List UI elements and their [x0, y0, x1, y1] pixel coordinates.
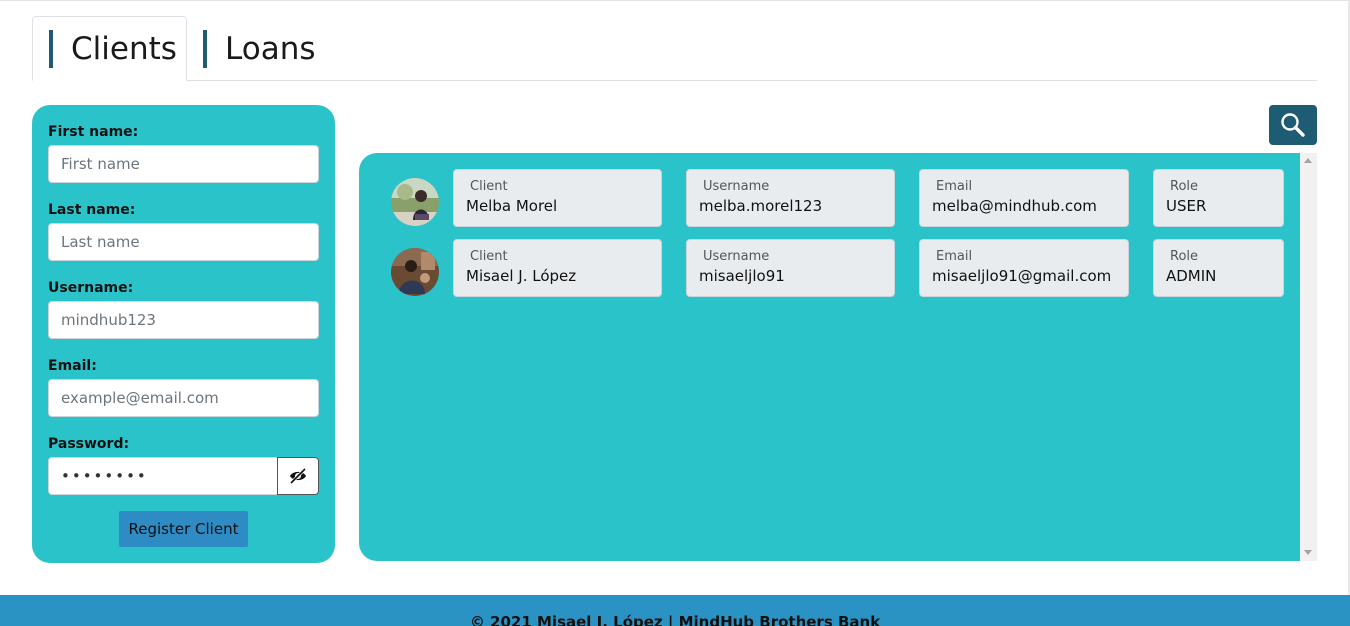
last-name-input[interactable] [48, 223, 319, 261]
register-client-form: First name: Last name: Username: Email: … [32, 105, 335, 563]
last-name-label: Last name: [48, 202, 136, 218]
username-caption: Username [703, 249, 770, 264]
search-button[interactable] [1269, 105, 1317, 145]
tab-loans-label: Loans [225, 30, 316, 67]
tab-accent-bar [203, 29, 207, 68]
clients-scrollbar[interactable] [1300, 153, 1317, 561]
tab-clients-label: Clients [71, 30, 177, 67]
email-caption: Email [936, 179, 973, 194]
client-name-field: Client Melba Morel [453, 169, 662, 227]
client-email: melba@mindhub.com [932, 197, 1097, 215]
tab-loans[interactable]: Loans [203, 16, 316, 81]
first-name-input[interactable] [48, 145, 319, 183]
client-name-field: Client Misael J. López [453, 239, 662, 297]
username-label: Username: [48, 280, 134, 296]
client-role: USER [1166, 197, 1207, 215]
client-username: misaeljlo91 [699, 267, 785, 285]
scroll-down-icon[interactable] [1304, 550, 1312, 555]
role-caption: Role [1170, 179, 1199, 194]
tab-bar: Clients Loans [32, 16, 1317, 81]
first-name-label: First name: [48, 124, 139, 140]
username-caption: Username [703, 179, 770, 194]
tab-clients[interactable]: Clients [32, 16, 187, 81]
client-name: Melba Morel [466, 197, 558, 215]
clients-list: Client Melba Morel Username melba.morel1… [359, 153, 1317, 561]
register-client-button[interactable]: Register Client [119, 511, 248, 547]
eye-slash-icon [289, 468, 307, 484]
client-role-field: Role ADMIN [1153, 239, 1284, 297]
client-row: Client Melba Morel Username melba.morel1… [359, 169, 1300, 227]
client-email-field: Email misaeljlo91@gmail.com [919, 239, 1129, 297]
footer: © 2021 Misael J. López | MindHub Brother… [0, 595, 1350, 626]
username-input[interactable] [48, 301, 319, 339]
footer-copyright: © 2021 Misael J. López | MindHub Brother… [469, 613, 881, 626]
client-email: misaeljlo91@gmail.com [932, 267, 1112, 285]
scroll-up-icon[interactable] [1304, 158, 1312, 163]
email-label: Email: [48, 358, 97, 374]
password-input[interactable] [48, 457, 278, 495]
client-caption: Client [470, 249, 508, 264]
client-username-field: Username misaeljlo91 [686, 239, 895, 297]
client-caption: Client [470, 179, 508, 194]
client-avatar [391, 248, 439, 296]
client-name: Misael J. López [466, 267, 577, 285]
email-input[interactable] [48, 379, 319, 417]
email-caption: Email [936, 249, 973, 264]
client-email-field: Email melba@mindhub.com [919, 169, 1129, 227]
toggle-password-button[interactable] [277, 457, 319, 495]
client-role-field: Role USER [1153, 169, 1284, 227]
search-icon [1281, 113, 1305, 137]
client-username-field: Username melba.morel123 [686, 169, 895, 227]
client-row: Client Misael J. López Username misaeljl… [359, 239, 1300, 297]
password-label: Password: [48, 436, 130, 452]
client-username: melba.morel123 [699, 197, 823, 215]
client-role: ADMIN [1166, 267, 1217, 285]
tab-accent-bar [49, 29, 53, 68]
role-caption: Role [1170, 249, 1199, 264]
client-avatar [391, 178, 439, 226]
top-divider [0, 0, 1350, 1]
